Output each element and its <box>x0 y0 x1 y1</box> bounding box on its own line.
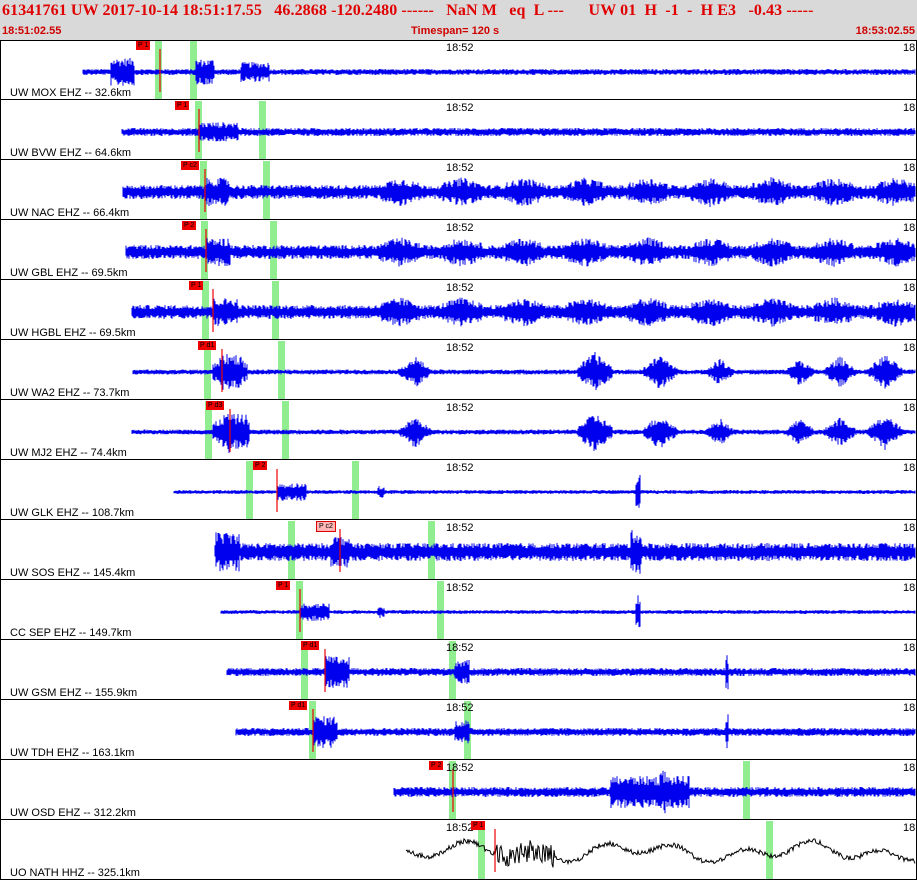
start-time: 18:51:02.55 <box>2 25 62 37</box>
seismogram-trace <box>122 177 916 207</box>
pick-label[interactable]: P 1 <box>136 41 151 50</box>
minute-tick-label: 18:52 <box>446 162 474 174</box>
minute-tick-label: 18:52 <box>446 282 474 294</box>
right-tick-label: 18 <box>903 582 916 594</box>
seismogram-trace <box>220 595 916 628</box>
theoretical-phase-marker <box>766 821 773 879</box>
pick-label[interactable]: P d1 <box>301 641 320 650</box>
event-header: 61341761 UW 2017-10-14 18:51:17.55 46.28… <box>0 0 917 40</box>
minute-tick-label: 18:52 <box>446 342 474 354</box>
seismogram-trace <box>82 58 916 86</box>
pick-label[interactable]: P d1 <box>289 701 308 710</box>
right-tick-label: 18 <box>903 702 916 714</box>
minute-tick-label: 18:52 <box>446 642 474 654</box>
seismogram-trace <box>131 414 916 453</box>
right-tick-label: 18 <box>903 342 916 354</box>
station-label: UW TDH EHZ -- 163.1km <box>10 747 135 759</box>
seismogram-trace <box>132 352 916 390</box>
minute-tick-label: 18:52 <box>446 522 474 534</box>
minute-tick-label: 18:52 <box>446 582 474 594</box>
right-tick-label: 18 <box>903 162 916 174</box>
event-summary: 61341761 UW 2017-10-14 18:51:17.55 46.28… <box>2 2 814 19</box>
minute-tick-label: 18:52 <box>446 222 474 234</box>
minute-tick-label: 18:52 <box>446 102 474 114</box>
theoretical-phase-marker <box>437 581 444 639</box>
pick-label[interactable]: P c2 <box>181 161 199 170</box>
station-label: UW WA2 EHZ -- 73.7km <box>10 387 130 399</box>
pick-label[interactable]: P 1 <box>189 281 204 290</box>
pick-label[interactable]: P 2 <box>429 761 444 770</box>
right-tick-label: 18 <box>903 102 916 114</box>
minute-tick-label: 18:52 <box>446 462 474 474</box>
right-tick-label: 18 <box>903 282 916 294</box>
minute-tick-label: 18:52 <box>446 762 474 774</box>
pick-label[interactable]: P d1 <box>198 341 217 350</box>
minute-tick-label: 18:52 <box>446 702 474 714</box>
seismogram-trace <box>226 655 916 690</box>
pick-label[interactable]: P 2 <box>253 461 268 470</box>
right-tick-label: 18 <box>903 462 916 474</box>
pick-label[interactable]: P c2 <box>316 521 336 532</box>
theoretical-phase-marker <box>278 341 285 399</box>
right-tick-label: 18 <box>903 222 916 234</box>
station-label: UW GBL EHZ -- 69.5km <box>10 267 128 279</box>
seismogram-trace <box>121 122 916 142</box>
station-label: UW GLK EHZ -- 108.7km <box>10 507 135 519</box>
right-tick-label: 18 <box>903 642 916 654</box>
seismogram-trace <box>173 475 916 508</box>
seismogram-trace <box>125 237 916 267</box>
station-label: CC SEP EHZ -- 149.7km <box>10 627 132 639</box>
pick-label[interactable]: P 1 <box>175 101 190 110</box>
right-tick-label: 18 <box>903 822 916 834</box>
station-label: UO NATH HHZ -- 325.1km <box>10 867 140 879</box>
right-tick-label: 18 <box>903 762 916 774</box>
seismogram-trace <box>235 714 916 749</box>
station-label: UW MJ2 EHZ -- 74.4km <box>10 447 127 459</box>
minute-tick-label: 18:52 <box>446 42 474 54</box>
station-label: UW MOX EHZ -- 32.6km <box>10 87 132 99</box>
pick-label[interactable]: P 2 <box>182 221 197 230</box>
pick-label[interactable]: P 1 <box>471 821 486 830</box>
seismogram-trace <box>131 297 916 327</box>
minute-tick-label: 18:52 <box>446 402 474 414</box>
station-label: UW OSD EHZ -- 312.2km <box>10 807 136 819</box>
timespan-label: Timespan= 120 s <box>411 25 500 37</box>
end-time: 18:53:02.55 <box>855 25 915 37</box>
waveform-panel[interactable]: UW MOX EHZ -- 32.6km 18:52 18 P 1 UW BVW EHZ… <box>0 40 917 880</box>
pick-label[interactable]: P 1 <box>276 581 291 590</box>
station-label: UW HGBL EHZ -- 69.5km <box>10 327 136 339</box>
station-label: UW SOS EHZ -- 145.4km <box>10 567 136 579</box>
seismogram-trace <box>393 770 916 814</box>
pick-label[interactable]: P d3 <box>206 401 225 410</box>
station-label: UW NAC EHZ -- 66.4km <box>10 207 130 219</box>
station-label: UW GSM EHZ -- 155.9km <box>10 687 138 699</box>
station-label: UW BVW EHZ -- 64.6km <box>10 147 132 159</box>
theoretical-phase-marker <box>352 461 359 519</box>
seismogram-trace <box>214 530 916 574</box>
right-tick-label: 18 <box>903 402 916 414</box>
right-tick-label: 18 <box>903 522 916 534</box>
minute-tick-label: 18:52 <box>446 822 474 834</box>
right-tick-label: 18 <box>903 42 916 54</box>
